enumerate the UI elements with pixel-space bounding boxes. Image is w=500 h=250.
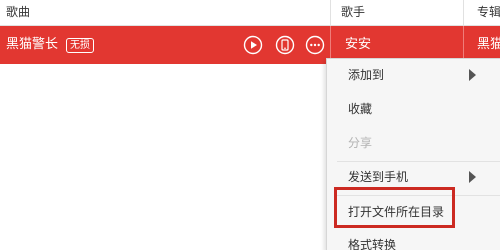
song-column-header[interactable]: 歌曲 [6, 0, 306, 25]
more-options-icon[interactable] [305, 35, 325, 55]
mobile-phone-icon[interactable] [275, 35, 295, 55]
album-column-header[interactable]: 专辑 [477, 0, 500, 25]
menu-item-format-convert[interactable]: 格式转换 [327, 232, 500, 250]
menu-divider [337, 161, 500, 162]
menu-item-share: 分享 [327, 130, 500, 156]
column-divider [330, 0, 331, 25]
song-list-header: 歌曲 歌手 专辑 [0, 0, 500, 26]
menu-item-add-to[interactable]: 添加到 [327, 62, 500, 88]
menu-item-label: 格式转换 [348, 238, 397, 250]
song-title: 黑猫警长 [6, 37, 59, 52]
submenu-arrow-icon [469, 69, 476, 81]
menu-item-favorite[interactable]: 收藏 [327, 96, 500, 122]
menu-item-label: 添加到 [348, 68, 385, 82]
menu-item-label: 分享 [348, 136, 373, 150]
lossless-badge: 无损 [66, 38, 94, 53]
menu-item-label: 收藏 [348, 102, 373, 116]
submenu-arrow-icon [469, 171, 476, 183]
artist-column-header[interactable]: 歌手 [341, 0, 451, 25]
column-divider [463, 0, 464, 25]
music-player-window: 歌曲 歌手 专辑 黑猫警长 无损 安安 黑猫警长 添加到 [0, 0, 500, 250]
play-icon[interactable] [243, 35, 263, 55]
highlight-annotation-box [334, 187, 455, 228]
